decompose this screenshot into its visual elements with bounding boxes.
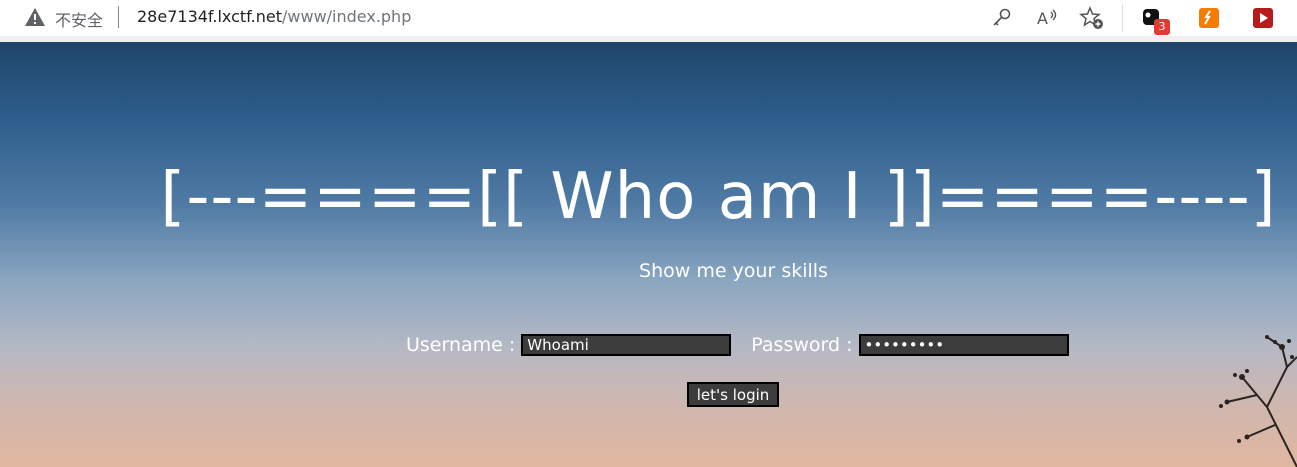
video-extension-icon[interactable] [1250,5,1276,31]
page-title: [---====[[ Who am I ]]====----] [160,160,1277,234]
login-form: Username : Password : [406,330,1069,360]
read-aloud-icon[interactable]: A [1034,5,1060,31]
warning-icon[interactable] [24,7,46,27]
login-button[interactable]: let's login [687,382,779,407]
username-label: Username : [406,334,516,356]
key-icon[interactable] [989,5,1015,31]
svg-text:A: A [1037,9,1048,28]
url-path: /www/index.php [282,7,412,26]
security-status-text[interactable]: 不安全 [55,7,103,31]
url-field[interactable]: 28e7134f.lxctf.net/www/index.php [137,7,411,26]
tree-silhouette [1219,335,1297,467]
page-content: [---====[[ Who am I ]]====----] Show me … [0,42,1297,467]
extension-badge: 3 [1154,19,1170,35]
toolbar-divider [1122,4,1123,32]
url-host: 28e7134f.lxctf.net [137,7,282,26]
address-divider [118,6,119,28]
browser-address-bar: 不安全 28e7134f.lxctf.net/www/index.php A 3 [0,0,1297,36]
burp-extension-icon[interactable] [1196,5,1222,31]
password-label: Password : [751,334,853,356]
page-subtitle: Show me your skills [639,260,828,282]
username-input[interactable] [521,334,732,356]
password-input[interactable] [858,334,1069,356]
add-favorite-icon[interactable] [1079,5,1105,31]
